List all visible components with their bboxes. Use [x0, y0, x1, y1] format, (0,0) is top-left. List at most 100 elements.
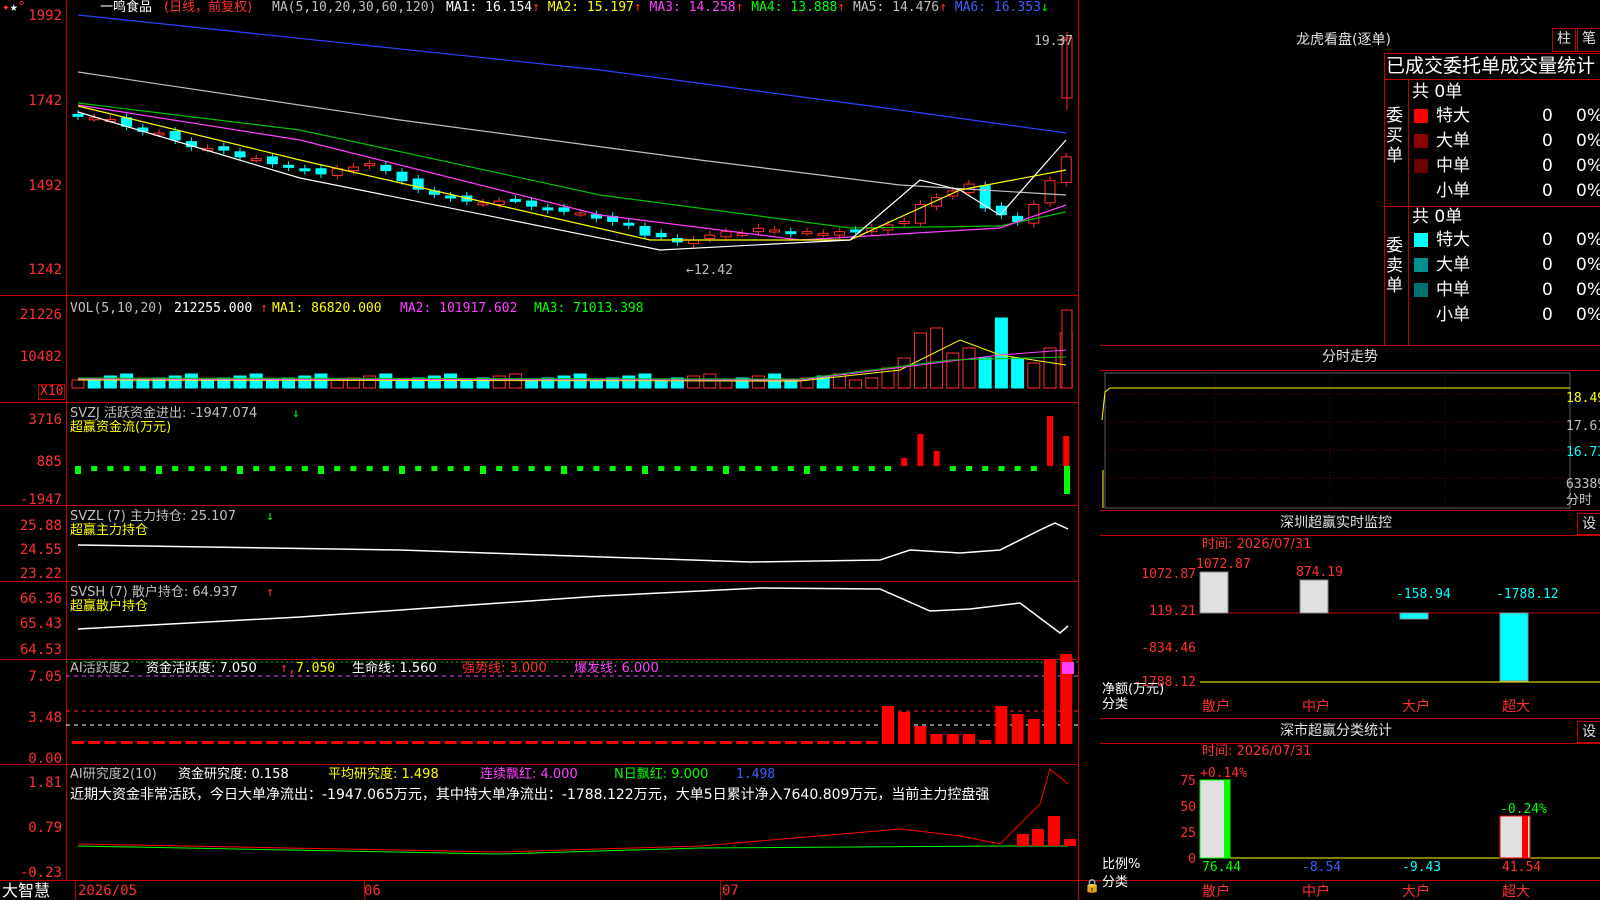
- order-name: 大单: [1436, 255, 1470, 275]
- ai1-bar: [784, 741, 797, 744]
- sz-settings-button[interactable]: 设: [1577, 513, 1600, 535]
- svzl-line: [77, 522, 1069, 563]
- volume-bar: [379, 373, 393, 389]
- divider: [1100, 743, 1600, 744]
- svzj-bar: [528, 466, 535, 471]
- svzj-bar: [561, 466, 567, 474]
- ai1-bar: [979, 740, 992, 744]
- ai1-bar: [541, 741, 554, 744]
- svzj-bar: [755, 466, 762, 471]
- sc-axis-tick: 25: [1180, 826, 1196, 841]
- svzj-bar: [496, 466, 503, 471]
- ai1-chart[interactable]: [0, 654, 1078, 765]
- volume-bar: [184, 373, 198, 389]
- order-pct: 0%: [1576, 280, 1600, 300]
- intraday-chart[interactable]: [1100, 370, 1600, 510]
- candle-body: [364, 163, 376, 167]
- svzl-chart[interactable]: [0, 505, 1078, 583]
- fenshi-axis-tick: 63389: [1566, 477, 1600, 492]
- volume-bar: [946, 352, 960, 389]
- main-right-border: [1078, 0, 1079, 900]
- sc-category: 中户: [1302, 884, 1330, 900]
- ai1-bar: [1011, 714, 1024, 744]
- svzj-bar: [544, 466, 551, 471]
- order-count: 0: [1542, 156, 1553, 176]
- svzj-bar: [625, 466, 632, 471]
- ai1-bar: [833, 741, 846, 744]
- candle-body: [250, 158, 262, 162]
- divider: [1384, 53, 1600, 54]
- buy-total: 共 0单: [1412, 82, 1463, 102]
- sz-monitor-chart[interactable]: 1072.87 874.19 -158.94 -1788.12: [1196, 557, 1600, 690]
- order-count: 0: [1542, 255, 1553, 275]
- order-name: 特大: [1436, 106, 1470, 126]
- low-price-label: ←12.42: [686, 263, 733, 278]
- svzj-bar: [949, 466, 956, 471]
- svzj-bar: [1047, 416, 1053, 466]
- svzj-bar: [382, 466, 389, 471]
- svzj-bar: [642, 466, 648, 474]
- svzj-bar: [901, 458, 908, 466]
- ai2-line: [77, 768, 1069, 853]
- volume-bar: [525, 379, 539, 389]
- candle-body: [801, 231, 813, 235]
- lock-icon[interactable]: 🔒: [1084, 880, 1100, 894]
- sz-bar-label: 1072.87: [1196, 557, 1251, 572]
- fenshi-axis-tick: 16.73: [1566, 445, 1600, 460]
- sc-ratio-chart[interactable]: +0.14% -0.24%: [1199, 766, 1600, 868]
- ai1-bar: [379, 741, 392, 744]
- volume-bar: [913, 332, 927, 389]
- volume-bar: [897, 357, 911, 389]
- ai1-bar: [282, 741, 295, 744]
- sz-time: 时间: 2026/07/31: [1202, 537, 1312, 552]
- bar-view-button[interactable]: 柱: [1552, 28, 1576, 52]
- order-count: 0: [1542, 106, 1553, 126]
- fenshi-title: 分时走势: [1322, 349, 1378, 365]
- volume-bar: [865, 377, 879, 389]
- svzj-chart[interactable]: [0, 402, 1078, 507]
- kline-chart[interactable]: [0, 0, 1078, 300]
- fenshi-frame: [1104, 372, 1571, 509]
- order-name: 小单: [1436, 305, 1470, 325]
- candle-body: [817, 232, 829, 236]
- svzj-bar: [139, 466, 146, 471]
- ai1-bar: [444, 741, 457, 744]
- volume-bar: [427, 375, 441, 389]
- svsh-chart[interactable]: [0, 581, 1078, 661]
- ai1-bar: [88, 741, 101, 744]
- ai1-bar: [720, 741, 732, 744]
- divider: [1384, 53, 1385, 345]
- order-pct: 0%: [1576, 156, 1600, 176]
- sz-category: 大户: [1402, 699, 1430, 715]
- ai1-bar: [849, 741, 862, 744]
- ai1-bar: [509, 741, 522, 744]
- sc-settings-button[interactable]: 设: [1577, 721, 1600, 743]
- svzj-bar: [804, 466, 810, 474]
- sz-bar: [1499, 612, 1529, 682]
- date-divider: [75, 880, 76, 900]
- ai1-bar: [460, 741, 473, 744]
- svzj-bar: [318, 466, 324, 474]
- candle-body: [218, 146, 230, 151]
- tick-view-button[interactable]: 笔: [1577, 28, 1600, 52]
- divider: [1100, 345, 1600, 346]
- sc-category: 大户: [1402, 884, 1430, 900]
- ai1-bar: [1044, 659, 1056, 744]
- volume-bar: [1011, 357, 1025, 389]
- candle-body: [493, 200, 505, 205]
- volume-bar: [1043, 347, 1057, 389]
- fenshi-label: 分时: [1566, 493, 1593, 508]
- volume-chart[interactable]: [0, 295, 1078, 405]
- ai2-chart[interactable]: [0, 764, 1078, 882]
- svzj-bar: [1014, 466, 1021, 471]
- sc-category: 超大: [1502, 884, 1530, 900]
- ai2-bar: [1048, 816, 1060, 846]
- svzj-bar: [998, 466, 1005, 471]
- sc-axis-tick: 75: [1180, 774, 1196, 789]
- svzj-bar: [658, 466, 665, 471]
- volume-bar: [994, 317, 1008, 389]
- svzj-bar: [609, 466, 616, 471]
- volume-bar: [71, 379, 85, 389]
- order-color-swatch: [1414, 233, 1428, 247]
- order-pct: 0%: [1576, 255, 1600, 275]
